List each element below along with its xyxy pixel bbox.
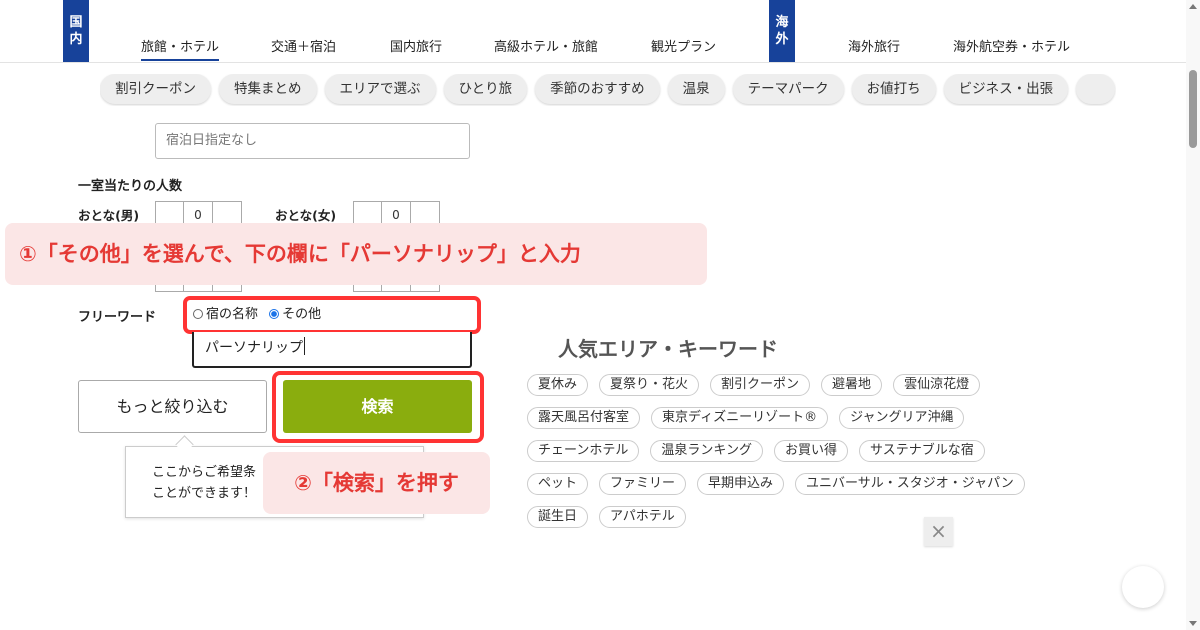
keyword-tag[interactable]: 夏祭り・花火 [599,374,700,396]
scroll-to-top-button[interactable] [1122,566,1164,608]
domestic-badge-char: 国 [69,15,83,30]
scrollbar-thumb[interactable] [1189,70,1197,148]
domestic-badge: 国 内 [63,0,89,62]
keyword-row: ペット ファミリー 早期申込み ユニバーサル・スタジオ・ジャパン [527,473,1087,495]
keyword-tag[interactable]: ペット [527,473,589,495]
keyword-tag[interactable]: 雲仙涼花燈 [893,374,981,396]
keyword-tag[interactable]: サステナブルな宿 [859,440,985,462]
keyword-tag[interactable]: ユニバーサル・スタジオ・ジャパン [795,473,1025,495]
search-button[interactable]: 検索 [283,380,472,433]
overseas-badge-char: 外 [775,32,789,47]
text-caret [304,337,305,355]
keyword-tag[interactable]: 早期申込み [697,473,785,495]
stay-date-field[interactable]: 宿泊日指定なし [155,123,470,159]
keyword-tag[interactable]: 夏休み [527,374,589,396]
domestic-badge-char: 内 [69,32,83,47]
chip-seasonal[interactable]: 季節のおすすめ [535,74,660,104]
keyword-tag[interactable]: ファミリー [599,473,687,495]
instruction-step-1: ①「その他」を選んで、下の欄に「パーソナリップ」と入力 [5,223,707,285]
category-chip-row: 割引クーポン 特集まとめ エリアで選ぶ ひとり旅 季節のおすすめ 温泉 テーマパーク お値打ち… [100,74,1116,106]
keyword-row: 露天風呂付客室 東京ディズニーリゾート® ジャングリア沖縄 [527,407,1087,429]
keyword-tag[interactable]: 避暑地 [821,374,883,396]
keyword-tag[interactable]: 温泉ランキング [650,440,763,462]
chip-bargain[interactable]: お値打ち [851,74,936,104]
adult-female-label: おとな(女) [275,208,337,223]
keyword-row: チェーンホテル 温泉ランキング お買い得 サステナブルな宿 [527,440,1087,462]
adult-male-label: おとな(男) [78,208,140,223]
radio-other[interactable] [269,309,280,319]
chip-onsen[interactable]: 温泉 [667,74,725,104]
top-navigation: 国 内 旅館・ホテル 交通＋宿泊 国内旅行 高級ホテル・旅館 観光プラン 海 外… [0,0,1186,63]
overseas-badge: 海 外 [769,0,795,62]
keyword-row: 誕生日 アパホテル [527,506,1087,528]
chip-area[interactable]: エリアで選ぶ [324,74,436,104]
tab-domestic-tour[interactable]: 国内旅行 [390,36,442,55]
keyword-tag[interactable]: 露天風呂付客室 [527,407,641,429]
keyword-row: 夏休み 夏祭り・花火 割引クーポン 避暑地 雲仙涼花燈 [527,374,1087,396]
freeword-type-radio-group: 宿の名称 その他 [183,296,481,334]
guests-per-room-label: 一室当たりの人数 [78,179,183,194]
instruction-step-2: ②「検索」を押す [263,452,490,514]
freeword-label: フリーワード [78,310,157,325]
refine-more-button[interactable]: もっと絞り込む [78,380,267,433]
freeword-input-value: パーソナリップ [205,340,303,356]
popular-keywords-title: 人気エリア・キーワード [558,337,778,361]
freeword-input[interactable]: パーソナリップ [192,332,472,368]
vertical-scrollbar[interactable] [1186,0,1200,630]
tab-overseas-tour[interactable]: 海外旅行 [848,36,900,55]
keyword-tag[interactable]: お買い得 [773,440,848,462]
tab-ryokan-hotel[interactable]: 旅館・ホテル [141,36,220,61]
chip-features[interactable]: 特集まとめ [219,74,317,104]
tab-sightseeing-plan[interactable]: 観光プラン [651,36,716,55]
chip-more[interactable] [1076,74,1115,104]
radio-inn-name-label[interactable]: 宿の名称 [206,307,258,322]
radio-inn-name[interactable] [193,309,203,319]
tab-transport-stay[interactable]: 交通＋宿泊 [271,36,336,55]
tab-luxury-hotel[interactable]: 高級ホテル・旅館 [494,36,598,55]
radio-other-label[interactable]: その他 [282,307,321,322]
chip-coupon[interactable]: 割引クーポン [100,74,211,104]
keyword-tag[interactable]: 東京ディズニーリゾート® [651,407,829,429]
close-icon[interactable]: × [924,517,953,546]
scroll-up-icon[interactable] [1189,4,1197,9]
chip-solo[interactable]: ひとり旅 [443,74,528,104]
chip-business[interactable]: ビジネス・出張 [943,74,1069,104]
tab-overseas-air-hotel[interactable]: 海外航空券・ホテル [953,36,1070,55]
scroll-down-icon[interactable] [1189,621,1197,626]
keyword-tag[interactable]: 誕生日 [527,506,589,528]
keyword-tag[interactable]: 割引クーポン [710,374,811,396]
keyword-tag[interactable]: アパホテル [599,506,686,528]
overseas-badge-char: 海 [775,15,789,30]
chip-theme-park[interactable]: テーマパーク [732,74,844,104]
keyword-tag[interactable]: チェーンホテル [527,440,640,462]
keyword-tag[interactable]: ジャングリア沖縄 [839,407,965,429]
popular-keywords-list: 夏休み 夏祭り・花火 割引クーポン 避暑地 雲仙涼花燈 露天風呂付客室 東京ディ… [527,374,1087,539]
